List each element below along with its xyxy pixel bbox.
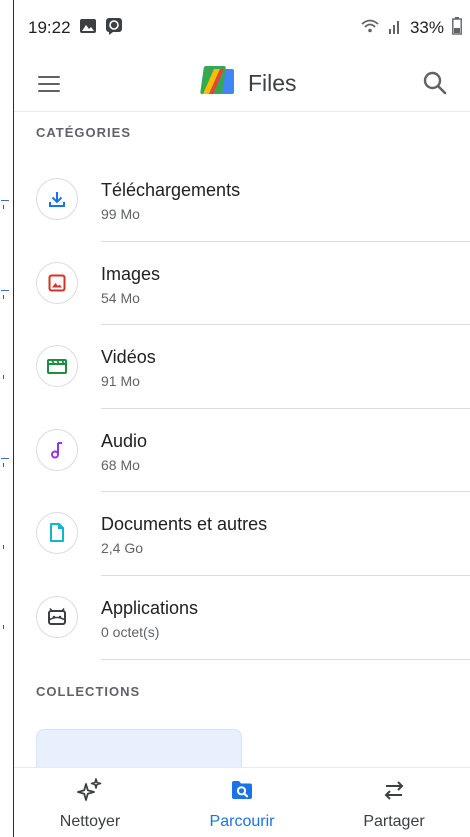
wifi-icon xyxy=(360,18,380,39)
app-bar: Files xyxy=(14,56,470,112)
app-title: Files xyxy=(248,70,297,96)
status-bar: 19:22 33% xyxy=(14,0,470,56)
nav-browse[interactable]: Parcourir xyxy=(166,768,318,837)
sparkle-icon xyxy=(77,778,103,807)
category-name: Applications xyxy=(101,597,199,618)
device-frame: 19:22 33% Files CATÉGORIES Téléchargemen… xyxy=(0,0,470,837)
category-size: 54 Mo xyxy=(101,289,140,306)
document-icon xyxy=(36,512,78,555)
battery-percent: 33% xyxy=(409,18,444,37)
app-title-group: Files xyxy=(200,66,297,101)
status-time: 19:22 xyxy=(28,18,71,37)
collections-header: COLLECTIONS xyxy=(36,684,141,699)
signal-icon xyxy=(388,18,402,39)
category-item-apps[interactable]: Applications 0 octet(s) xyxy=(14,576,470,660)
status-left: 19:22 xyxy=(28,17,123,40)
battery-icon xyxy=(452,16,462,40)
category-name: Vidéos xyxy=(101,347,156,368)
category-item-audio[interactable]: Audio 68 Mo xyxy=(14,409,470,493)
margin-mark xyxy=(3,625,4,629)
nav-label: Partager xyxy=(363,813,425,830)
margin-mark xyxy=(3,205,4,209)
category-name: Images xyxy=(101,263,161,284)
nav-clean[interactable]: Nettoyer xyxy=(14,768,166,837)
category-list: Téléchargements 99 Mo Images 54 Mo Vidéo… xyxy=(14,158,470,660)
category-item-downloads[interactable]: Téléchargements 99 Mo xyxy=(14,158,470,242)
bottom-navigation: Nettoyer Parcourir Partager xyxy=(14,767,470,837)
swap-icon xyxy=(381,778,407,807)
margin-mark xyxy=(3,545,4,549)
margin-mark xyxy=(3,295,4,299)
audio-icon xyxy=(36,428,78,471)
margin-mark xyxy=(1,200,9,201)
category-size: 2,4 Go xyxy=(101,540,144,557)
category-size: 0 octet(s) xyxy=(101,623,160,640)
left-margin xyxy=(0,0,14,837)
nav-label: Parcourir xyxy=(209,813,275,830)
menu-icon[interactable] xyxy=(38,70,66,98)
margin-mark xyxy=(1,290,9,291)
category-name: Documents et autres xyxy=(101,514,268,535)
margin-mark xyxy=(1,458,9,459)
category-item-videos[interactable]: Vidéos 91 Mo xyxy=(14,325,470,409)
category-size: 99 Mo xyxy=(101,206,140,222)
status-right: 33% xyxy=(360,16,462,40)
android-icon xyxy=(36,595,78,638)
message-icon xyxy=(105,17,123,40)
search-icon[interactable] xyxy=(420,68,450,98)
category-size: 68 Mo xyxy=(101,456,140,473)
files-logo-icon xyxy=(200,66,236,101)
category-name: Téléchargements xyxy=(101,180,241,200)
download-icon xyxy=(36,178,78,220)
nav-share[interactable]: Partager xyxy=(318,768,470,837)
category-name: Audio xyxy=(101,430,148,451)
category-item-images[interactable]: Images 54 Mo xyxy=(14,242,470,326)
margin-mark xyxy=(3,375,4,379)
video-icon xyxy=(36,345,78,388)
phone-screen: 19:22 33% Files CATÉGORIES Téléchargemen… xyxy=(14,0,470,837)
divider xyxy=(101,658,470,660)
browse-icon xyxy=(230,778,254,807)
category-size: 91 Mo xyxy=(101,373,140,390)
categories-header: CATÉGORIES xyxy=(36,125,131,140)
margin-mark xyxy=(3,463,4,467)
gallery-icon xyxy=(79,18,97,39)
nav-label: Nettoyer xyxy=(59,813,121,830)
category-item-documents[interactable]: Documents et autres 2,4 Go xyxy=(14,492,470,576)
image-icon xyxy=(36,261,78,304)
